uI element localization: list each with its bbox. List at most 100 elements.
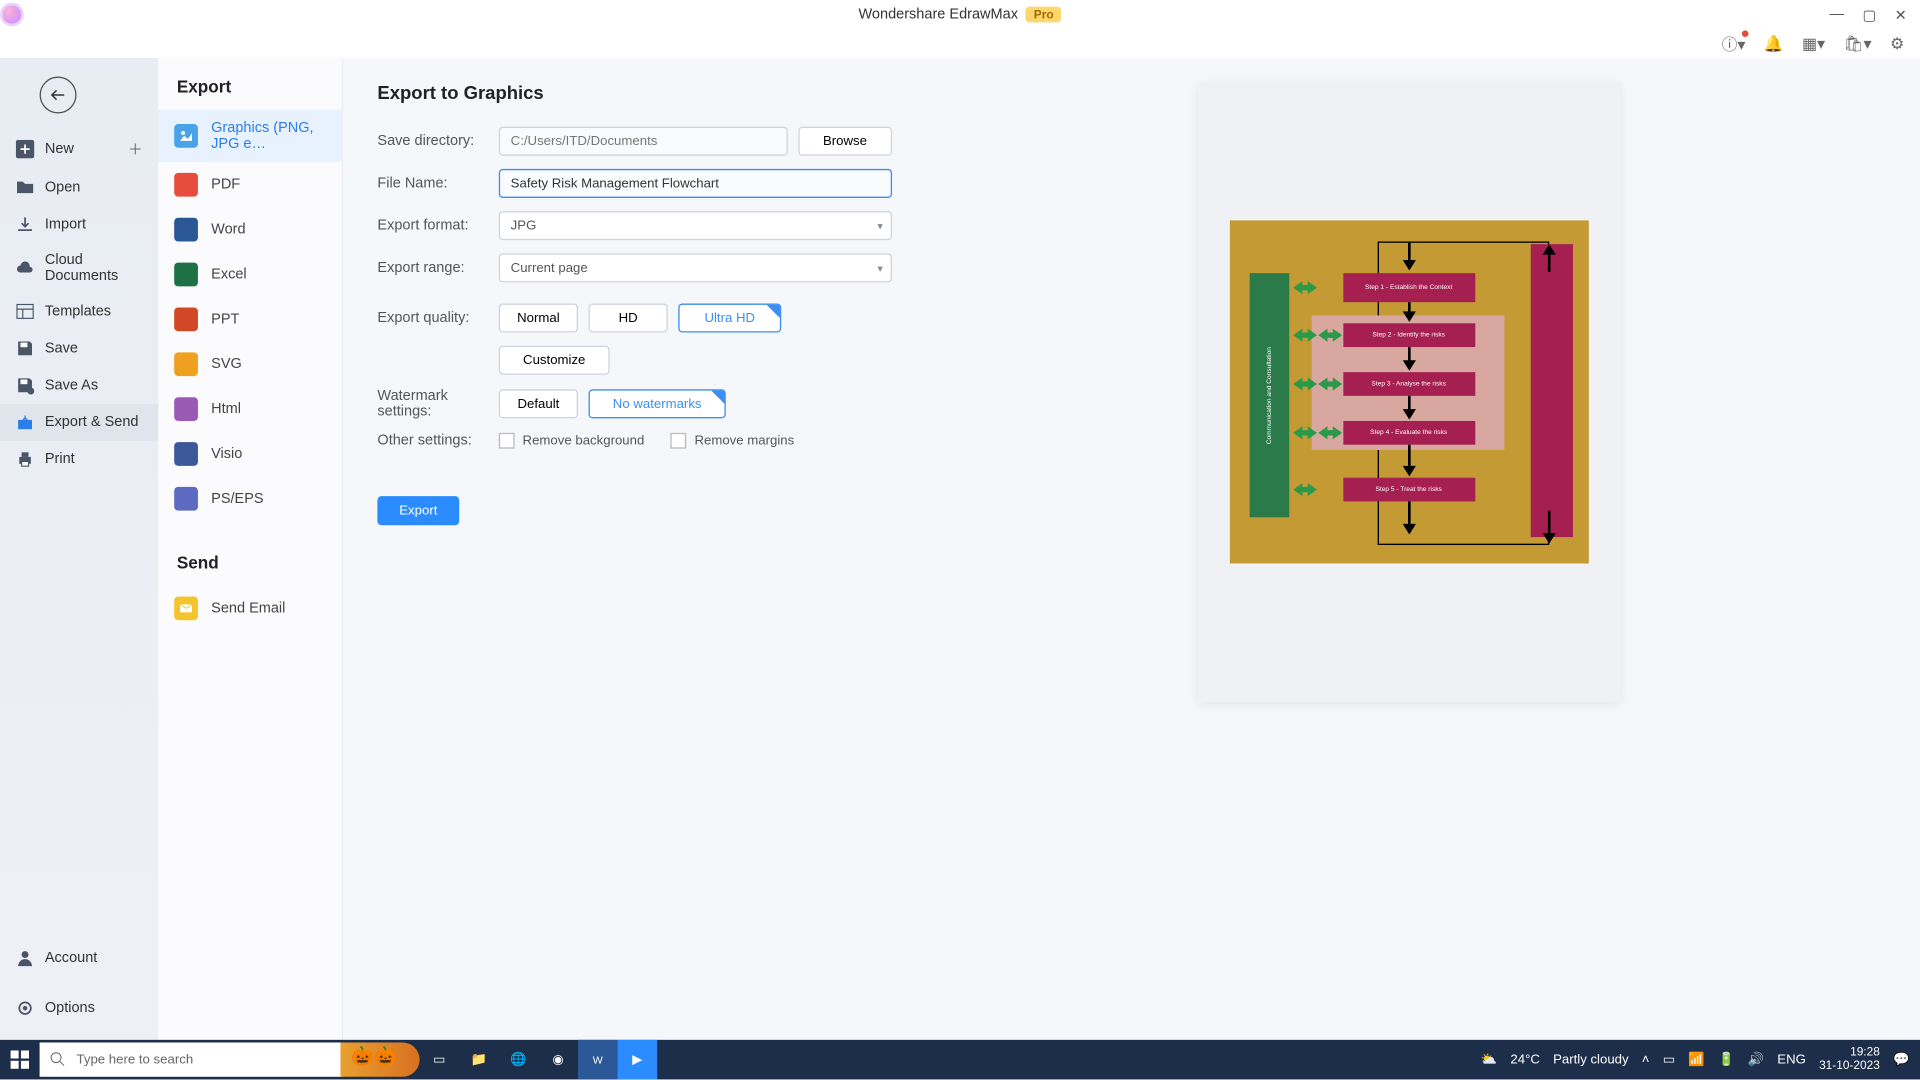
quality-normal[interactable]: Normal <box>499 304 578 333</box>
left-rail: New ＋ Open Import Cloud Documents Templa… <box>0 58 158 1040</box>
label-quality: Export quality: <box>377 310 498 326</box>
rail-cloud[interactable]: Cloud Documents <box>0 243 158 293</box>
back-button[interactable] <box>40 77 77 114</box>
qr-icon[interactable]: ▦▾ <box>1802 34 1825 52</box>
close-button[interactable]: ✕ <box>1895 6 1907 23</box>
tray-wifi-icon[interactable]: 📶 <box>1688 1052 1704 1067</box>
watermark-default[interactable]: Default <box>499 389 578 418</box>
label-other: Other settings: <box>377 433 498 449</box>
help-icon[interactable]: ⓘ▾ <box>1722 32 1746 54</box>
rail-save[interactable]: Save <box>0 330 158 367</box>
fmt-html[interactable]: Html <box>158 387 341 432</box>
checkbox-label: Remove background <box>523 433 645 448</box>
rail-print[interactable]: Print <box>0 441 158 478</box>
fmt-visio[interactable]: Visio <box>158 432 341 477</box>
pdf-icon <box>174 173 198 197</box>
start-button[interactable] <box>0 1040 40 1080</box>
svg-icon <box>174 352 198 376</box>
rail-label: Save As <box>45 377 98 393</box>
minimize-button[interactable]: — <box>1829 6 1844 23</box>
tray-chevron-icon[interactable]: ˄ <box>1642 1052 1650 1067</box>
html-icon <box>174 397 198 421</box>
excel-icon <box>174 263 198 287</box>
fmt-ppt[interactable]: PPT <box>158 297 341 342</box>
rail-new[interactable]: New ＋ <box>0 129 158 169</box>
send-email[interactable]: Send Email <box>158 586 341 631</box>
fmt-pdf[interactable]: PDF <box>158 162 341 207</box>
tray-meet-icon[interactable]: ▭ <box>1663 1052 1675 1067</box>
fmt-label: SVG <box>211 356 242 372</box>
cart-icon[interactable]: 🛍▾ <box>1843 34 1871 52</box>
ppt-icon <box>174 307 198 331</box>
image-icon <box>174 124 198 148</box>
taskview-icon[interactable]: ▭ <box>420 1040 460 1080</box>
edrawmax-icon[interactable]: ▶ <box>618 1040 658 1080</box>
rail-import[interactable]: Import <box>0 206 158 243</box>
format-select[interactable]: JPG <box>499 211 892 240</box>
settings-icon[interactable]: ⚙ <box>1890 34 1904 52</box>
quality-hd[interactable]: HD <box>589 304 668 333</box>
label-format: Export format: <box>377 218 498 234</box>
folder-icon <box>16 178 34 196</box>
plus-box-icon <box>16 140 34 158</box>
visio-icon <box>174 442 198 466</box>
preview-diagram: Communication and Consultation Step 1 - … <box>1229 220 1588 563</box>
taskbar: Type here to search ▭ 📁 🌐 ◉ W ▶ ⛅ 24°C P… <box>0 1040 1920 1080</box>
diagram-leftbar-text: Communication and Consultation <box>1265 347 1273 444</box>
fmt-graphics[interactable]: Graphics (PNG, JPG e… <box>158 110 341 163</box>
saveas-icon <box>16 376 34 394</box>
taskbar-clock[interactable]: 19:28 31-10-2023 <box>1819 1047 1880 1073</box>
rail-open[interactable]: Open <box>0 169 158 206</box>
search-placeholder: Type here to search <box>77 1052 194 1067</box>
word-icon[interactable]: W <box>578 1040 618 1080</box>
email-icon <box>174 596 198 620</box>
fmt-word[interactable]: Word <box>158 207 341 252</box>
filename-input[interactable] <box>499 169 892 198</box>
tray-battery-icon[interactable]: 🔋 <box>1718 1052 1734 1067</box>
rail-label: Export & Send <box>45 414 139 430</box>
export-button[interactable]: Export <box>377 496 459 525</box>
rail-label: Options <box>45 1000 95 1016</box>
range-select[interactable]: Current page <box>499 253 892 282</box>
titlebar: Wondershare EdrawMax Pro — ▢ ✕ <box>0 0 1920 29</box>
maximize-button[interactable]: ▢ <box>1862 6 1876 23</box>
label-name: File Name: <box>377 176 498 192</box>
fmt-pseps[interactable]: PS/EPS <box>158 476 341 521</box>
rail-account[interactable]: Account <box>0 940 158 977</box>
chrome-icon[interactable]: ◉ <box>538 1040 578 1080</box>
tray-lang[interactable]: ENG <box>1777 1052 1806 1067</box>
watermark-none[interactable]: No watermarks <box>589 389 726 418</box>
quality-ultra[interactable]: Ultra HD <box>678 304 781 333</box>
fmt-excel[interactable]: Excel <box>158 252 341 297</box>
weather-icon[interactable]: ⛅ <box>1481 1052 1497 1067</box>
avatar[interactable] <box>0 3 24 27</box>
tray-notifications-icon[interactable]: 💬 <box>1893 1052 1909 1067</box>
quality-customize[interactable]: Customize <box>499 346 610 375</box>
gear-icon <box>16 999 34 1017</box>
checkbox-label: Remove margins <box>694 433 794 448</box>
bell-icon[interactable]: 🔔 <box>1764 34 1784 52</box>
fmt-label: Html <box>211 401 241 417</box>
explorer-icon[interactable]: 📁 <box>459 1040 499 1080</box>
fmt-label: Graphics (PNG, JPG e… <box>211 120 326 152</box>
pumpkin-decoration <box>340 1042 419 1076</box>
pro-badge: Pro <box>1026 7 1062 23</box>
taskbar-search[interactable]: Type here to search <box>40 1042 344 1076</box>
fmt-label: Word <box>211 222 245 238</box>
remove-margins-checkbox[interactable]: Remove margins <box>671 433 795 449</box>
label-watermark: Watermark settings: <box>377 388 498 420</box>
label-range: Export range: <box>377 260 498 276</box>
rail-templates[interactable]: Templates <box>0 293 158 330</box>
fmt-svg[interactable]: SVG <box>158 342 341 387</box>
edge-icon[interactable]: 🌐 <box>499 1040 539 1080</box>
rail-saveas[interactable]: Save As <box>0 367 158 404</box>
remove-bg-checkbox[interactable]: Remove background <box>499 433 645 449</box>
rail-label: Account <box>45 950 97 966</box>
search-icon <box>50 1052 66 1068</box>
plus-icon[interactable]: ＋ <box>128 139 143 160</box>
rail-options[interactable]: Options <box>0 990 158 1027</box>
rail-exportsend[interactable]: Export & Send <box>0 404 158 441</box>
dir-input[interactable] <box>499 127 788 156</box>
tray-volume-icon[interactable]: 🔊 <box>1748 1052 1764 1067</box>
browse-button[interactable]: Browse <box>798 127 892 156</box>
